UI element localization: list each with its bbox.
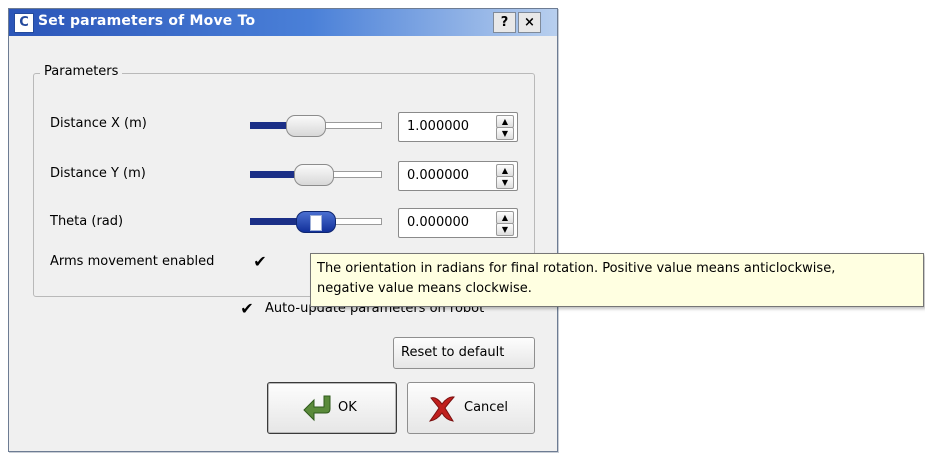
- spin-down-button[interactable]: ▼: [496, 223, 514, 236]
- cancel-x-icon: [426, 392, 458, 428]
- theta-slider[interactable]: [250, 210, 382, 234]
- ok-arrow-icon: [302, 393, 336, 427]
- title-bar[interactable]: C Set parameters of Move To ? ×: [9, 9, 557, 36]
- close-button[interactable]: ×: [518, 12, 541, 33]
- theta-spinbox[interactable]: 0.000000 ▲ ▼: [398, 208, 518, 238]
- reset-button-label: Reset to default: [401, 345, 505, 360]
- slider-handle[interactable]: [286, 115, 326, 137]
- cancel-button[interactable]: Cancel: [407, 382, 535, 434]
- arms-movement-checkbox[interactable]: ✔: [252, 254, 268, 270]
- slider-fill: [250, 218, 300, 225]
- move-to-dialog: C Set parameters of Move To ? × Paramete…: [8, 8, 558, 452]
- tooltip-line-2: negative value means clockwise.: [317, 281, 532, 296]
- slider-fill: [250, 171, 294, 178]
- app-icon: C: [14, 13, 34, 33]
- distance-y-value[interactable]: 0.000000: [407, 168, 469, 183]
- ok-button-label: OK: [338, 400, 357, 415]
- theta-value[interactable]: 0.000000: [407, 215, 469, 230]
- slider-handle[interactable]: [296, 211, 336, 233]
- theta-tooltip: The orientation in radians for final rot…: [310, 253, 924, 307]
- distance-y-slider[interactable]: [250, 163, 382, 187]
- distance-x-slider[interactable]: [250, 114, 382, 138]
- auto-update-checkbox[interactable]: ✔: [239, 301, 255, 317]
- ok-button[interactable]: OK: [267, 382, 397, 434]
- spin-down-button[interactable]: ▼: [496, 127, 514, 140]
- theta-label: Theta (rad): [50, 214, 124, 229]
- distance-x-label: Distance X (m): [50, 116, 147, 131]
- tooltip-line-1: The orientation in radians for final rot…: [317, 261, 836, 276]
- window-title: Set parameters of Move To: [38, 13, 256, 29]
- cancel-button-label: Cancel: [464, 400, 509, 415]
- slider-fill: [250, 122, 286, 129]
- distance-y-spinbox[interactable]: 0.000000 ▲ ▼: [398, 161, 518, 191]
- arms-movement-label: Arms movement enabled: [50, 254, 215, 269]
- spin-down-button[interactable]: ▼: [496, 176, 514, 189]
- reset-to-default-button[interactable]: Reset to default: [393, 337, 535, 369]
- distance-x-value[interactable]: 1.000000: [407, 119, 469, 134]
- help-button[interactable]: ?: [493, 12, 516, 33]
- distance-x-spinbox[interactable]: 1.000000 ▲ ▼: [398, 112, 518, 142]
- distance-y-label: Distance Y (m): [50, 166, 146, 181]
- slider-handle[interactable]: [294, 164, 334, 186]
- parameters-group-label: Parameters: [40, 64, 123, 79]
